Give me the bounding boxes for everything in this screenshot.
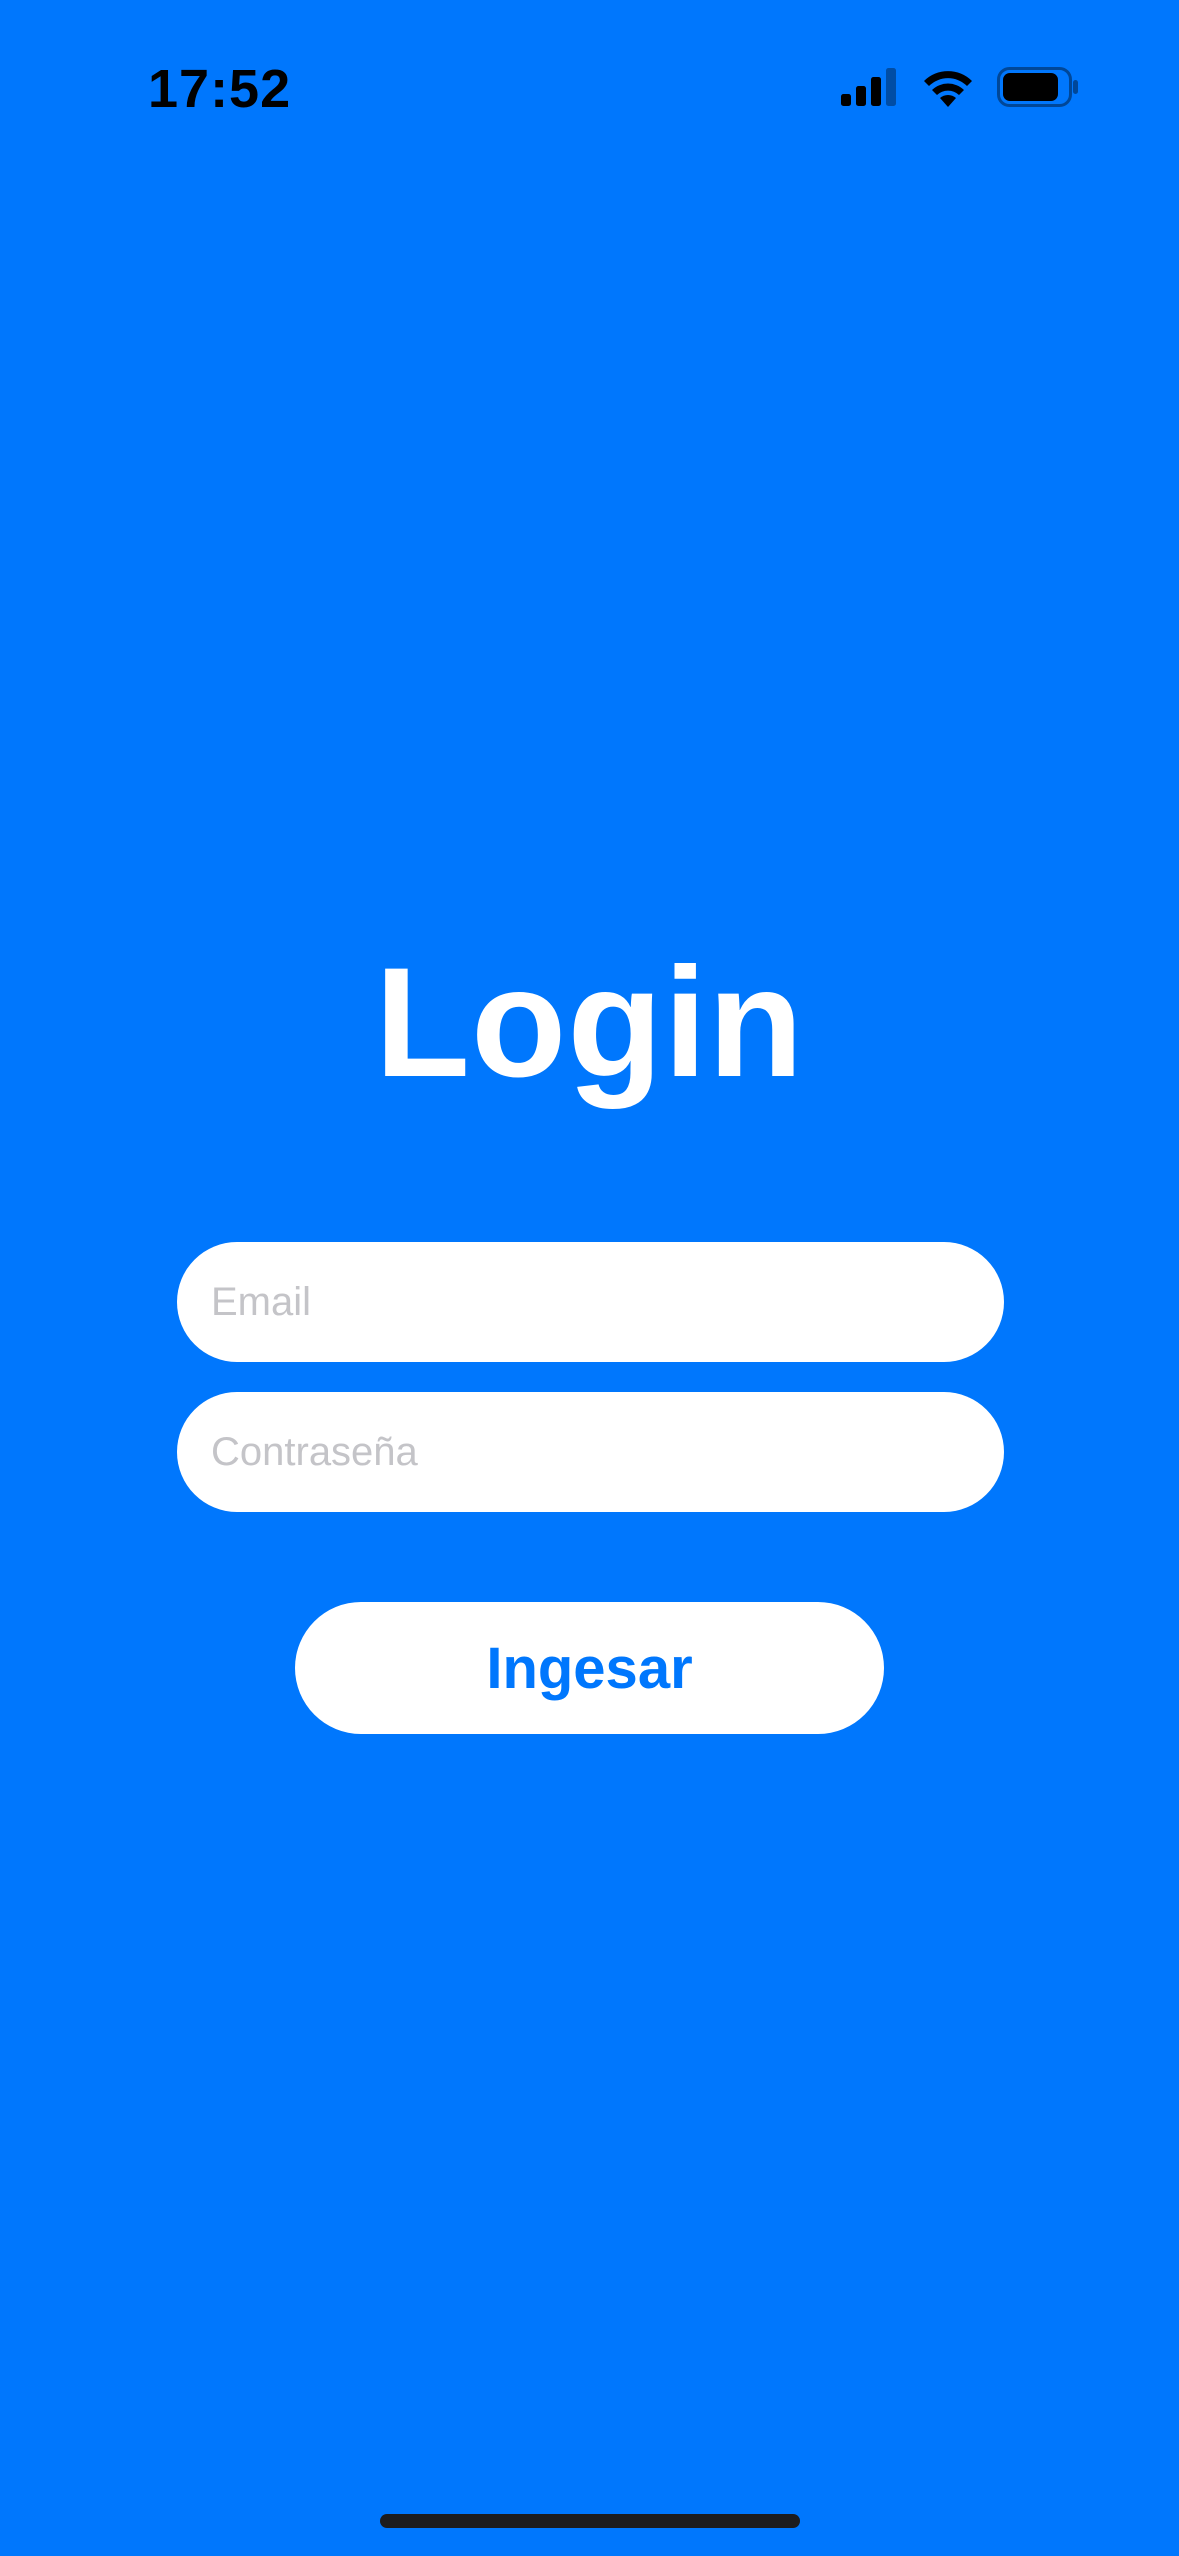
status-time: 17:52 — [148, 59, 292, 119]
password-field-container — [177, 1392, 1004, 1512]
home-indicator — [380, 2514, 800, 2528]
status-bar: 17:52 — [0, 0, 1179, 175]
battery-icon — [997, 67, 1079, 107]
email-field-container — [177, 1242, 1004, 1362]
login-button[interactable]: Ingesar — [295, 1602, 884, 1734]
email-field[interactable] — [177, 1242, 1004, 1362]
cellular-signal-icon — [841, 68, 899, 106]
password-field[interactable] — [177, 1392, 1004, 1512]
page-title: Login — [374, 935, 805, 1110]
login-button-label: Ingesar — [486, 1635, 693, 1701]
login-screen: 17:52 Login Email Ingesar — [0, 0, 1179, 2556]
status-icons — [841, 62, 1079, 112]
wifi-icon — [921, 67, 975, 107]
